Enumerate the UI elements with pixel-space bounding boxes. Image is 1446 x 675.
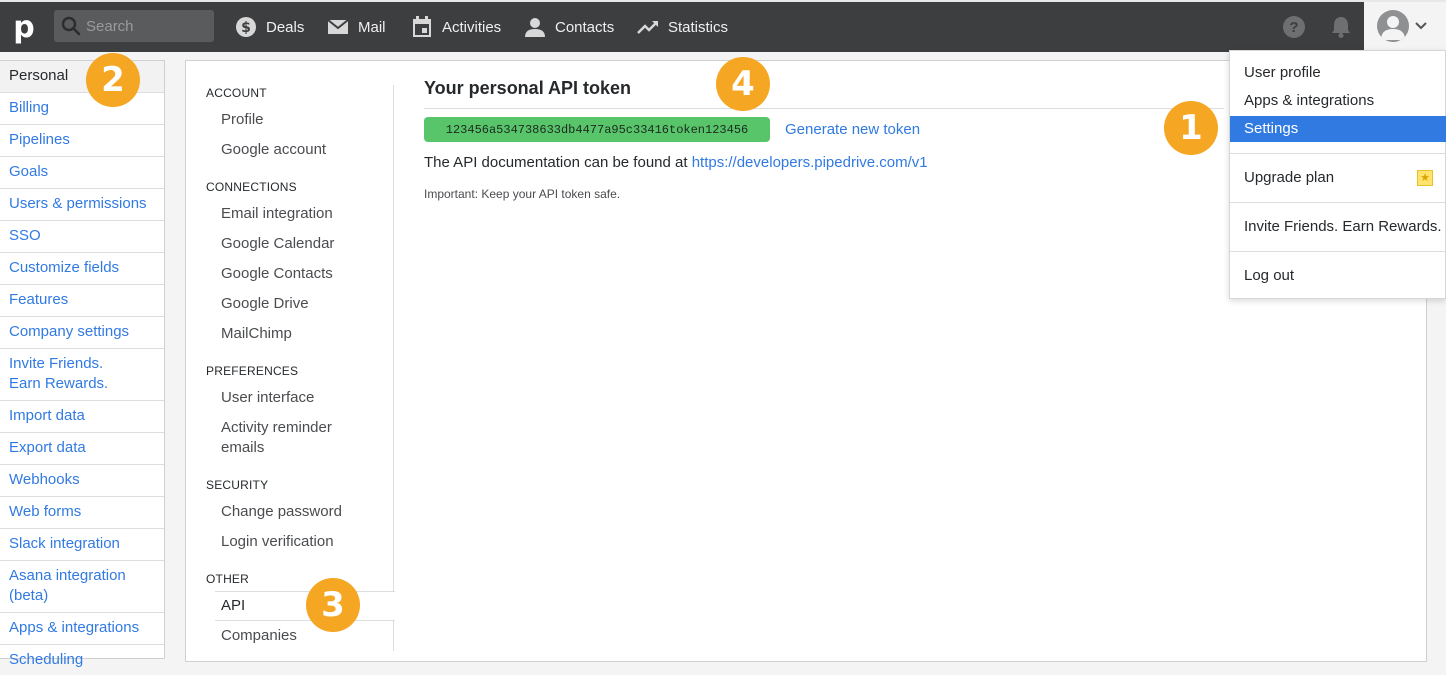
menu-settings[interactable]: Settings [1230,116,1446,142]
user-menu-button[interactable] [1364,2,1446,52]
search-input[interactable] [86,17,206,35]
left-menu-company-settings[interactable]: Company settings [0,317,164,349]
help-icon[interactable]: ? [1283,16,1305,38]
notifications-bell-icon[interactable] [1330,15,1352,39]
left-menu-customize-fields[interactable]: Customize fields [0,253,164,285]
title-divider [424,108,1224,109]
generate-new-token-link[interactable]: Generate new token [785,121,920,138]
subnav-login-verification[interactable]: Login verification [221,532,334,552]
star-icon: ★ [1417,170,1433,186]
menu-upgrade-plan[interactable]: Upgrade plan ★ [1230,165,1446,191]
nav-deals[interactable]: $ Deals [235,2,304,52]
left-menu-import-data[interactable]: Import data [0,401,164,433]
person-icon [524,16,546,38]
subnav-user-interface[interactable]: User interface [221,388,314,408]
left-menu-apps-integrations[interactable]: Apps & integrations [0,613,164,645]
section-connections: CONNECTIONS [206,180,297,194]
nav-activities[interactable]: Activities [411,2,501,52]
api-doc-label: The API documentation can be found at [424,154,692,171]
avatar [1377,10,1409,42]
menu-apps-integrations[interactable]: Apps & integrations [1230,88,1446,114]
subnav-companies[interactable]: Companies [221,626,297,646]
nav-label: Statistics [668,18,729,36]
api-token-warning: Important: Keep your API token safe. [424,187,621,201]
left-menu-web-forms[interactable]: Web forms [0,497,164,529]
left-menu-slack-integration[interactable]: Slack integration [0,529,164,561]
calendar-icon [411,16,433,38]
menu-log-out[interactable]: Log out [1230,263,1446,289]
subnav-google-contacts[interactable]: Google Contacts [221,264,333,284]
api-token-value[interactable]: 123456a534738633db4477a95c33416token1234… [424,117,770,142]
svg-text:$: $ [241,20,251,36]
mail-icon [327,16,349,38]
settings-left-menu: Personal Billing Pipelines Goals Users &… [0,60,165,668]
menu-divider [1230,202,1446,203]
left-menu-pipelines[interactable]: Pipelines [0,125,164,157]
subnav-change-password[interactable]: Change password [221,502,342,522]
search-box[interactable] [54,10,214,42]
nav-mail[interactable]: Mail [327,2,386,52]
left-menu-users-permissions[interactable]: Users & permissions [0,189,164,221]
nav-label: Activities [442,18,502,36]
nav-statistics[interactable]: Statistics [637,2,728,52]
left-menu-export-data[interactable]: Export data [0,433,164,465]
nav-label: Deals [266,18,305,36]
menu-divider [1230,251,1446,252]
trend-icon [637,16,659,38]
section-account: ACCOUNT [206,86,267,100]
subnav-email-integration[interactable]: Email integration [221,204,333,224]
top-navigation-bar: p $ Deals Mail Activities Contacts Stati [0,0,1446,52]
subnav-google-account[interactable]: Google account [221,140,326,160]
chevron-down-icon [1414,18,1428,36]
nav-label: Mail [358,18,386,36]
left-menu-sso[interactable]: SSO [0,221,164,253]
subnav-api[interactable]: API [221,596,245,616]
api-doc-link[interactable]: https://developers.pipedrive.com/v1 [692,154,928,171]
dollar-icon: $ [235,16,257,38]
search-icon [60,15,82,37]
callout-badge-2: 2 [86,53,140,107]
section-preferences: PREFERENCES [206,364,299,378]
left-menu-asana-integration[interactable]: Asana integration (beta) [0,561,164,613]
subnav-activity-reminder-emails[interactable]: Activity reminder emails [221,418,332,458]
left-menu-scheduling[interactable]: Scheduling [0,645,164,675]
subnav-google-calendar[interactable]: Google Calendar [221,234,334,254]
nav-contacts[interactable]: Contacts [524,2,614,52]
menu-user-profile[interactable]: User profile [1230,60,1446,86]
left-menu-billing[interactable]: Billing [0,93,164,125]
menu-invite-friends[interactable]: Invite Friends. Earn Rewards. [1230,214,1446,240]
api-doc-text: The API documentation can be found at ht… [424,154,928,171]
nav-label: Contacts [555,18,615,36]
left-menu-goals[interactable]: Goals [0,157,164,189]
section-security: SECURITY [206,478,269,492]
left-menu-invite-friends[interactable]: Invite Friends. Earn Rewards. [0,349,164,401]
subnav-profile[interactable]: Profile [221,110,264,130]
page-title: Your personal API token [424,78,632,98]
subnav-mailchimp[interactable]: MailChimp [221,324,292,344]
callout-badge-4: 4 [716,57,770,111]
menu-upgrade-label: Upgrade plan [1244,169,1335,186]
subnav-divider [393,621,394,651]
menu-divider [1230,153,1446,154]
left-menu-features[interactable]: Features [0,285,164,317]
section-other: OTHER [206,572,249,586]
callout-badge-3: 3 [306,578,360,632]
left-menu-webhooks[interactable]: Webhooks [0,465,164,497]
pipedrive-logo[interactable]: p [0,2,48,52]
subnav-google-drive[interactable]: Google Drive [221,294,309,314]
callout-badge-1: 1 [1164,101,1218,155]
subnav-divider [393,85,394,591]
user-dropdown-menu: User profile Apps & integrations Setting… [1229,50,1446,299]
